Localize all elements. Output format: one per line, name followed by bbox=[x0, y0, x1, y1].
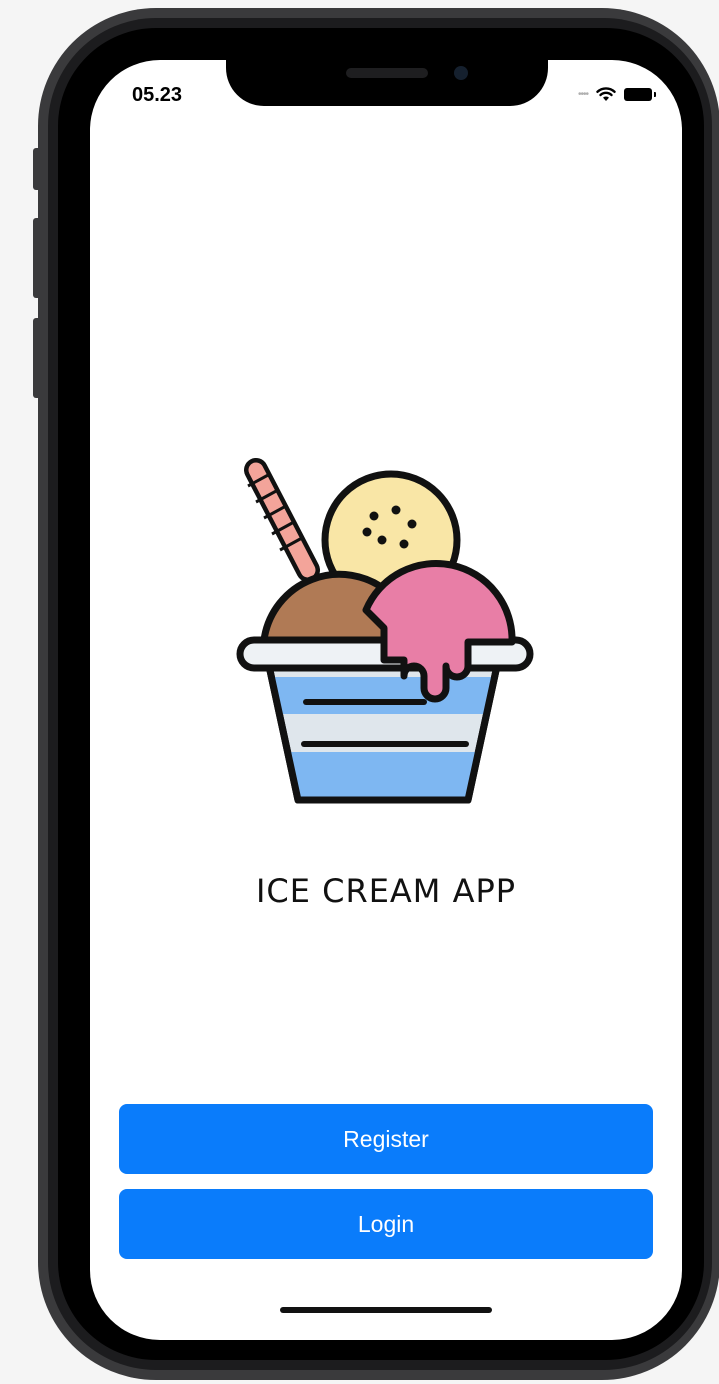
cellular-signal-icon: •••• bbox=[577, 88, 589, 100]
device-mockup: 05.23 •••• ICE CREAM APP Register Login bbox=[0, 0, 719, 1384]
speaker-grille bbox=[346, 68, 428, 78]
wafer-straw bbox=[244, 458, 320, 582]
notch bbox=[226, 60, 548, 106]
status-time: 05.23 bbox=[132, 84, 183, 106]
login-button[interactable]: Login bbox=[119, 1189, 653, 1259]
ice-cream-cup-icon bbox=[236, 458, 534, 804]
status-icons: •••• bbox=[577, 84, 656, 104]
app-screen: 05.23 •••• ICE CREAM APP Register Login bbox=[90, 60, 682, 1340]
app-title: ICE CREAM APP bbox=[255, 872, 517, 910]
register-button[interactable]: Register bbox=[119, 1104, 653, 1174]
home-indicator[interactable] bbox=[280, 1307, 492, 1313]
wifi-icon bbox=[596, 86, 616, 101]
front-camera bbox=[454, 66, 468, 80]
battery-icon bbox=[624, 87, 656, 101]
